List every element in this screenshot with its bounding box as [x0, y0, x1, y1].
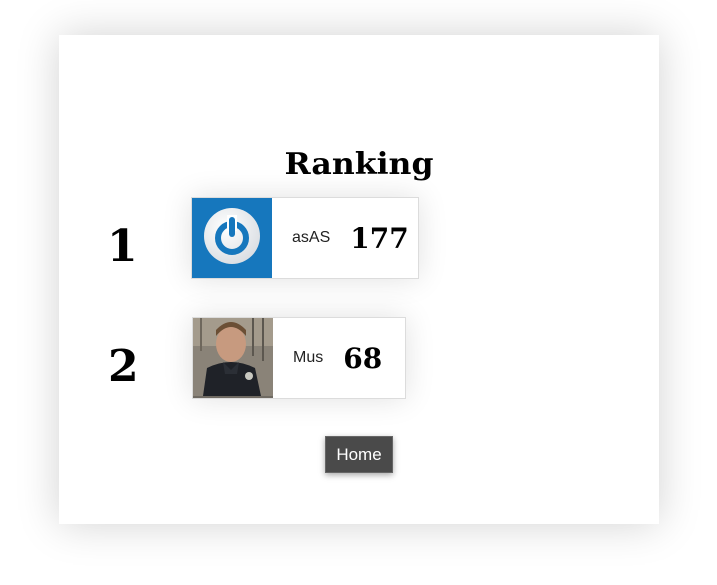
user-photo — [193, 318, 273, 398]
ranking-page: Ranking 1 asAS 177 2 Mus 68 Home — [0, 0, 717, 585]
rank-number: 1 — [107, 221, 138, 272]
score: 177 — [350, 221, 409, 255]
page-title: Ranking — [284, 147, 434, 182]
username: Mus — [293, 349, 324, 366]
ranking-entry: asAS 177 — [191, 197, 419, 279]
ranking-entry: Mus 68 — [192, 317, 406, 399]
ranking-card: Ranking 1 asAS 177 2 Mus 68 Home — [59, 35, 659, 524]
power-icon — [201, 205, 263, 271]
username: asAS — [292, 229, 331, 246]
avatar — [192, 198, 272, 278]
avatar — [193, 318, 273, 398]
rank-number: 2 — [108, 341, 139, 392]
home-button[interactable]: Home — [325, 436, 393, 473]
score: 68 — [343, 341, 383, 375]
